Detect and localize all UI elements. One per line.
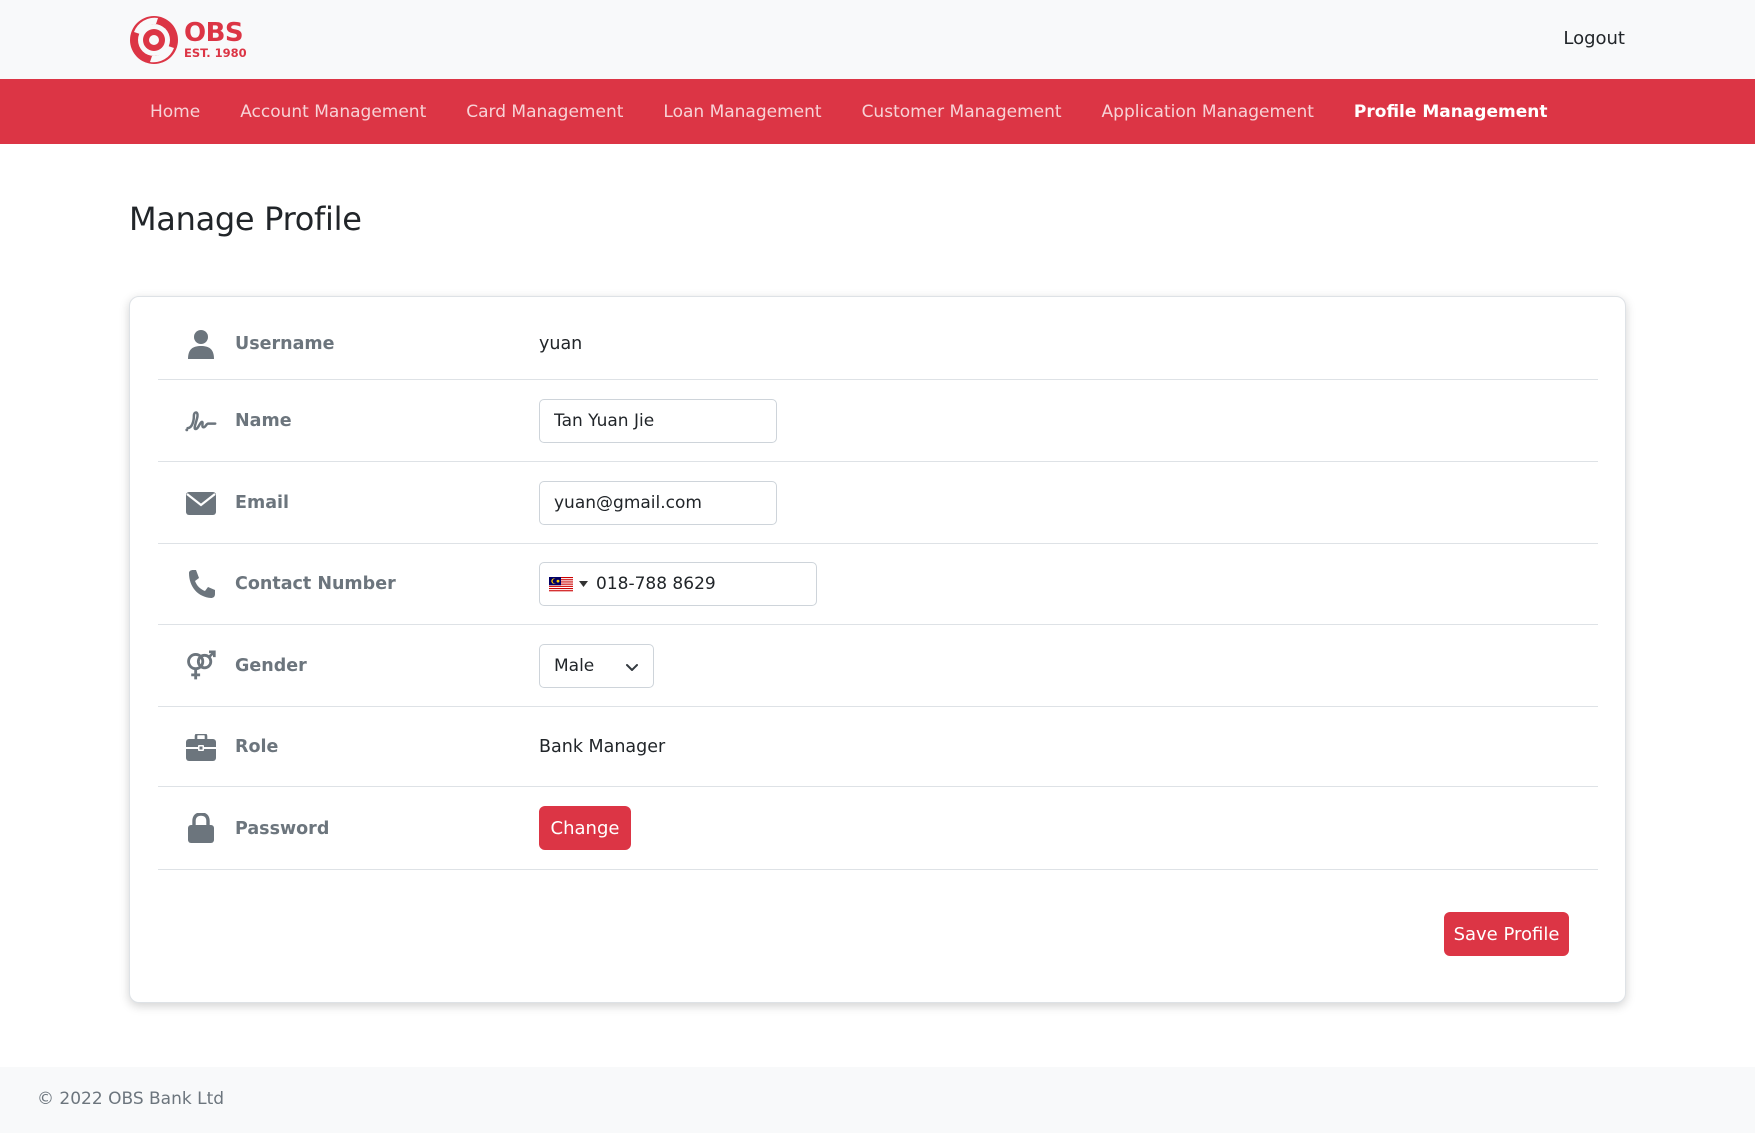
- email-input[interactable]: [539, 481, 777, 525]
- caret-down-icon: [579, 581, 588, 587]
- top-bar: OBS EST. 1980 Logout: [0, 0, 1755, 79]
- phone-field: [539, 562, 817, 606]
- gender-row: Gender Male: [158, 625, 1598, 707]
- role-label: Role: [235, 737, 279, 757]
- page-title: Manage Profile: [129, 200, 362, 238]
- email-label: Email: [235, 493, 289, 513]
- gender-selected-value: Male: [554, 656, 595, 676]
- country-code-dropdown[interactable]: [540, 563, 596, 605]
- signature-icon: [185, 405, 217, 437]
- user-icon: [185, 328, 217, 360]
- malaysia-flag-icon: [549, 576, 573, 592]
- brand-name: OBS: [184, 18, 244, 49]
- name-input[interactable]: [539, 399, 777, 443]
- contact-number-input[interactable]: [596, 574, 796, 594]
- change-password-button[interactable]: Change: [539, 806, 631, 850]
- nav-list: Home Account Management Card Management …: [130, 79, 1567, 144]
- email-row: Email: [158, 462, 1598, 544]
- password-row: Password Change: [158, 787, 1598, 870]
- contact-number-label: Contact Number: [235, 574, 396, 594]
- username-label: Username: [235, 334, 335, 354]
- briefcase-icon: [185, 731, 217, 763]
- contact-number-row: Contact Number: [158, 544, 1598, 625]
- profile-card: Username yuan Name Email Contact Number: [129, 296, 1626, 1003]
- phone-icon: [185, 568, 217, 600]
- footer: © 2022 OBS Bank Ltd: [0, 1067, 1755, 1133]
- main-nav: Home Account Management Card Management …: [0, 79, 1755, 144]
- username-value: yuan: [539, 334, 583, 354]
- gender-select[interactable]: Male: [539, 644, 654, 688]
- lock-icon: [185, 812, 217, 844]
- venus-mars-icon: [185, 650, 217, 682]
- nav-item-application-management[interactable]: Application Management: [1082, 102, 1334, 122]
- role-row: Role Bank Manager: [158, 707, 1598, 787]
- obs-logo-icon: [130, 16, 178, 64]
- logout-link[interactable]: Logout: [1563, 28, 1625, 49]
- nav-item-customer-management[interactable]: Customer Management: [842, 102, 1082, 122]
- chevron-down-icon: [626, 664, 638, 671]
- role-value: Bank Manager: [539, 737, 666, 757]
- password-label: Password: [235, 819, 330, 839]
- brand-established: EST. 1980: [184, 46, 247, 61]
- nav-item-home[interactable]: Home: [130, 102, 220, 122]
- save-profile-button[interactable]: Save Profile: [1444, 912, 1569, 956]
- envelope-icon: [185, 487, 217, 519]
- nav-item-account-management[interactable]: Account Management: [220, 102, 446, 122]
- copyright-text: © 2022 OBS Bank Ltd: [37, 1089, 225, 1109]
- nav-item-profile-management[interactable]: Profile Management: [1334, 102, 1568, 122]
- username-row: Username yuan: [158, 309, 1598, 380]
- name-label: Name: [235, 411, 292, 431]
- obs-logo[interactable]: OBS EST. 1980: [128, 14, 247, 66]
- nav-item-card-management[interactable]: Card Management: [446, 102, 643, 122]
- gender-label: Gender: [235, 656, 307, 676]
- nav-item-loan-management[interactable]: Loan Management: [643, 102, 841, 122]
- name-row: Name: [158, 380, 1598, 462]
